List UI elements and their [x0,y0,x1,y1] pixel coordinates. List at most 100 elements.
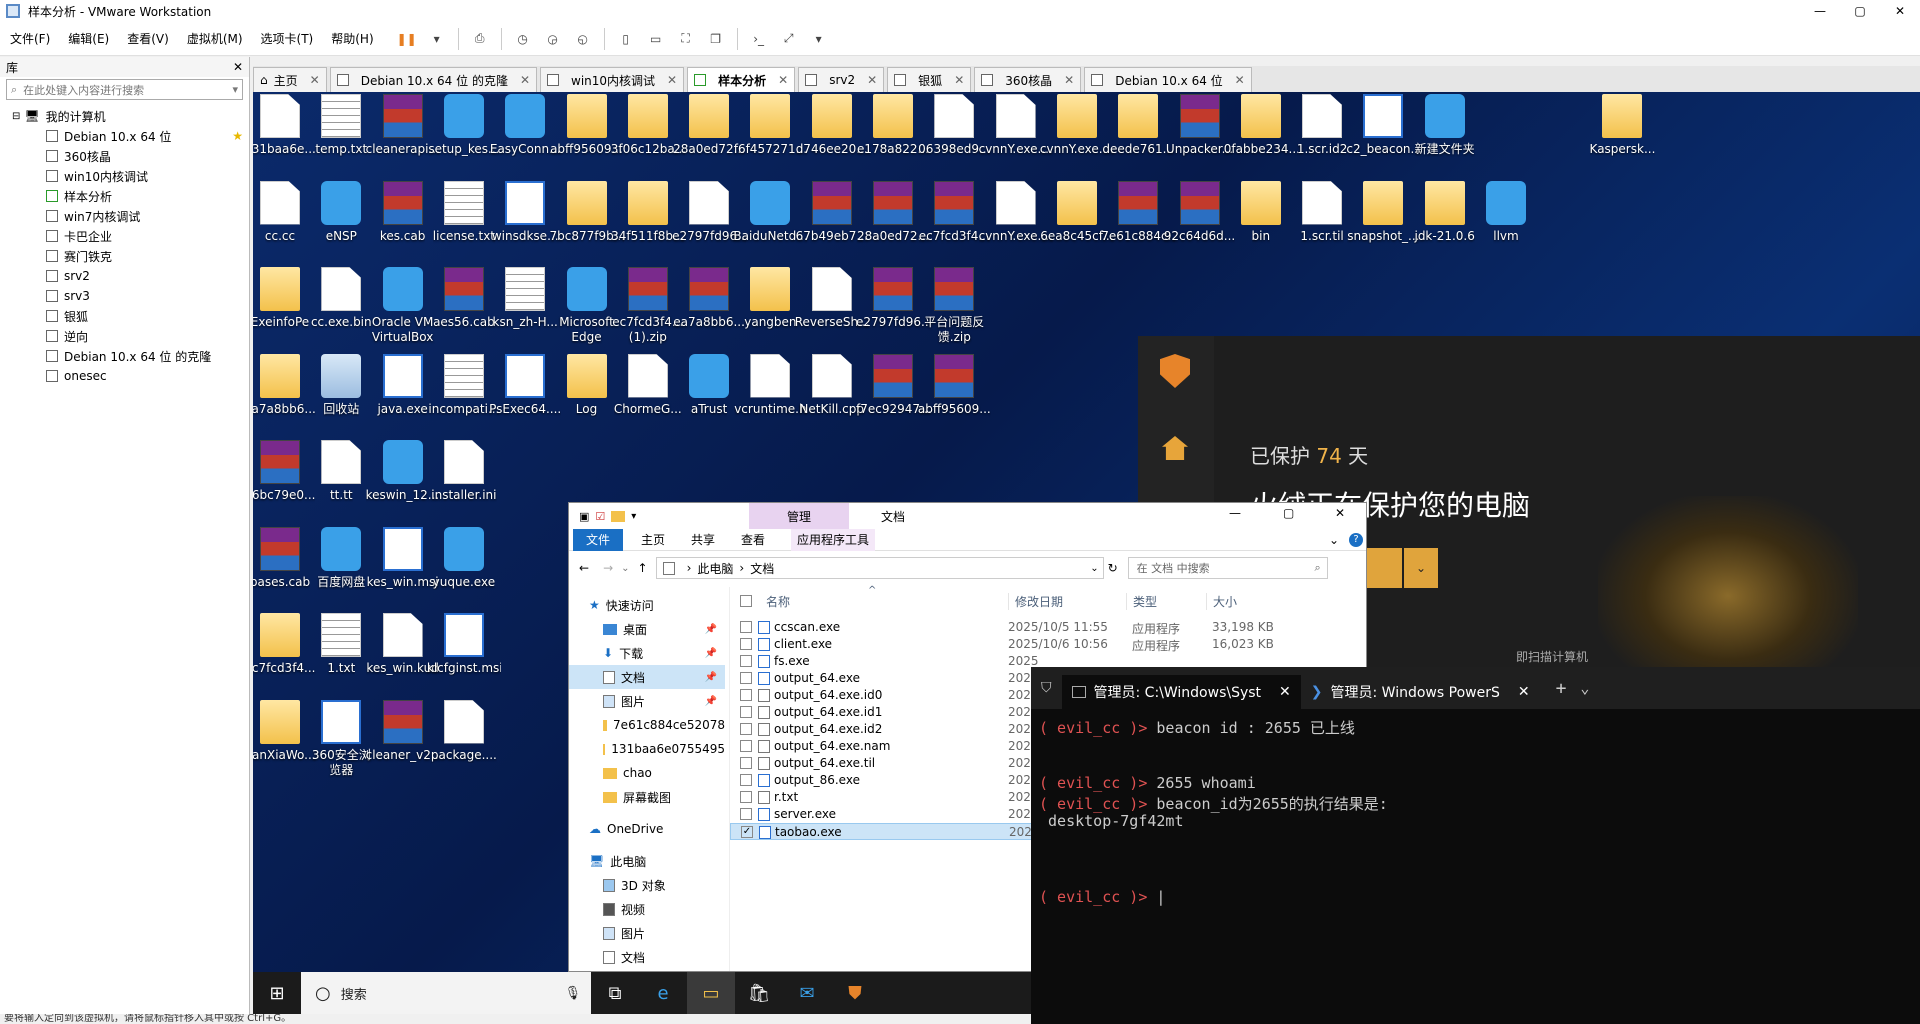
desktop-icon[interactable]: 7e61c884c... [1101,180,1175,244]
desktop-icon[interactable]: Kaspersk... [1587,94,1657,157]
refresh-icon[interactable]: ↻ [1108,561,1118,575]
tab-srv2[interactable]: srv2 ✕ [798,67,885,92]
address-bar[interactable]: › 此电脑 › 文档 ⌄ [655,557,1104,579]
recent-chevron-icon[interactable]: ⌄ [621,563,629,574]
desktop-icon[interactable]: cc.exe.bin [306,267,376,330]
desktop-icon[interactable]: deede761... [1102,94,1174,157]
desktop-icon[interactable]: llvm [1471,180,1541,244]
row-checkbox[interactable] [740,808,752,820]
explorer-search-input[interactable]: 在 文档 中搜索 ⌕ [1127,557,1328,579]
row-checkbox[interactable] [740,655,752,667]
maximize-icon[interactable]: ▢ [1840,0,1880,22]
column-size[interactable]: 大小 [1206,592,1237,610]
minimize-icon[interactable]: — [1800,0,1840,22]
close-icon[interactable]: ✕ [1880,0,1920,22]
desktop-icon[interactable]: 360安全浏览器 [306,699,376,778]
desktop-icon[interactable]: snapshot_... [1347,180,1419,244]
tree-item-win10[interactable]: win10内核调试 [0,166,249,186]
desktop-icon[interactable]: vcruntime.h [734,353,807,417]
row-checkbox[interactable] [740,740,752,752]
snapshot-manager-icon[interactable]: ◵ [571,27,595,51]
help-icon[interactable]: ? [1349,532,1363,547]
file-explorer-icon[interactable]: ▭ [687,972,735,1014]
chevron-down-icon[interactable]: ⌄ [1090,563,1098,574]
close-tab-icon[interactable]: ✕ [1235,73,1245,87]
tree-item-win7[interactable]: win7内核调试 [0,206,249,226]
menu-help[interactable]: 帮助(H) [331,30,373,47]
nav-quick-access[interactable]: ★ 快速访问 [569,593,725,617]
minimize-icon[interactable]: — [1229,506,1241,520]
back-arrow-icon[interactable]: ← [579,561,589,575]
row-checkbox[interactable] [740,621,752,633]
tab-debian[interactable]: Debian 10.x 64 位 ✕ [1084,67,1252,92]
terminal-tab-cmd[interactable]: 管理员: C:\Windows\Syst ✕ [1061,675,1301,709]
library-view-icon[interactable]: ▯ [614,27,638,51]
thumbnail-view-icon[interactable]: ▭ [644,27,668,51]
desktop-icon[interactable]: jdk-21.0.6 [1410,180,1480,244]
close-library-icon[interactable]: ✕ [233,60,243,74]
terminal-output[interactable]: ( evil_cc )> beacon id : 2655 已上线( evil_… [1031,709,1920,907]
menu-edit[interactable]: 编辑(E) [68,30,109,47]
row-checkbox[interactable] [740,706,752,718]
menu-view[interactable]: 查看(V) [127,30,169,47]
tab-sample-analysis[interactable]: 样本分析 ✕ [687,67,796,92]
column-name[interactable]: 名称 [766,593,790,610]
row-checkbox[interactable] [740,774,752,786]
nav-documents[interactable]: 文档 📌 [569,665,725,689]
row-checkbox[interactable] [740,757,752,769]
desktop-icon[interactable]: setup_kes... [428,94,499,157]
desktop-icon[interactable]: Microsoft Edge [552,267,622,345]
desktop-icon[interactable]: c2_beacon... [1346,94,1420,157]
desktop-icon[interactable]: java.exe [368,353,438,417]
close-tab-icon[interactable]: ✕ [954,73,964,87]
desktop-icon[interactable]: ea7a8bb6... [673,267,745,330]
maximize-icon[interactable]: ▢ [1283,506,1294,520]
customize-quick-access-icon[interactable]: ▾ [631,511,636,522]
desktop-icon[interactable]: bin [1226,180,1296,244]
row-checkbox[interactable] [740,723,752,735]
file-row[interactable]: ccscan.exe 2025/10/5 11:55 应用程序 33,198 KB [730,619,1366,636]
desktop-icon[interactable]: 回收站 [306,353,376,417]
nav-desktop[interactable]: 桌面 📌 [569,617,725,641]
forward-arrow-icon[interactable]: → [603,561,613,575]
desktop-icon[interactable]: kes_win.msi [367,526,439,590]
desktop-icon[interactable]: Log [552,353,622,417]
tree-item-silverfox[interactable]: 银狐 [0,306,249,326]
nav-downloads[interactable]: ⬇ 下载 📌 [569,641,725,665]
fullscreen-icon[interactable]: ⛶ [674,27,698,51]
chevron-down-icon[interactable]: ▾ [232,83,238,96]
desktop-icon[interactable]: aes56.cab [429,267,499,330]
close-tab-icon[interactable]: ✕ [667,73,677,87]
nav-this-pc-documents[interactable]: 文档 [569,945,725,969]
close-tab-icon[interactable]: ✕ [1279,684,1291,700]
tab-home[interactable]: ⌂ 主页 ✕ [253,67,327,92]
tree-item-srv3[interactable]: srv3 [0,286,249,306]
nav-folder[interactable]: 屏幕截图 [569,785,725,809]
nav-folder[interactable]: chao [569,761,725,785]
console-icon[interactable]: ›_ [747,27,771,51]
ribbon-tab-file[interactable]: 文件 [573,528,623,551]
close-tab-icon[interactable]: ✕ [520,73,530,87]
task-view-icon[interactable]: ⧉ [591,972,639,1014]
close-tab-icon[interactable]: ✕ [778,73,788,87]
nav-this-pc[interactable]: 🖥 此电脑 [569,849,725,873]
desktop-icon[interactable]: yuque.exe [429,526,499,590]
row-checkbox[interactable] [740,689,752,701]
tab-dropdown-icon[interactable]: ⌄ [1580,679,1589,697]
tab-360[interactable]: 360核晶 ✕ [974,67,1082,92]
nav-this-pc-pictures[interactable]: 图片 [569,921,725,945]
desktop-icon[interactable]: e2797fd96... [856,267,930,330]
column-date[interactable]: 修改日期 [1008,592,1063,610]
desktop-icon[interactable]: 92c64d6d... [1164,180,1235,244]
breadcrumb-this-pc[interactable]: 此电脑 [697,560,733,577]
desktop-icon[interactable]: ec7fcd3f4... (1).zip [612,267,683,345]
close-tab-icon[interactable]: ✕ [1518,684,1530,700]
unity-icon[interactable]: ❐ [704,27,728,51]
stretch-icon[interactable]: ⤢ [777,27,801,51]
menu-file[interactable]: 文件(F) [10,30,50,47]
desktop-icon[interactable]: klcfginst.msi [427,613,501,676]
edge-icon[interactable]: e [639,972,687,1014]
scan-options-chevron-icon[interactable]: ⌄ [1404,548,1438,588]
desktop-icon[interactable]: installer.ini [429,440,499,503]
desktop-icon[interactable]: ksn_zh-H... [490,267,560,330]
